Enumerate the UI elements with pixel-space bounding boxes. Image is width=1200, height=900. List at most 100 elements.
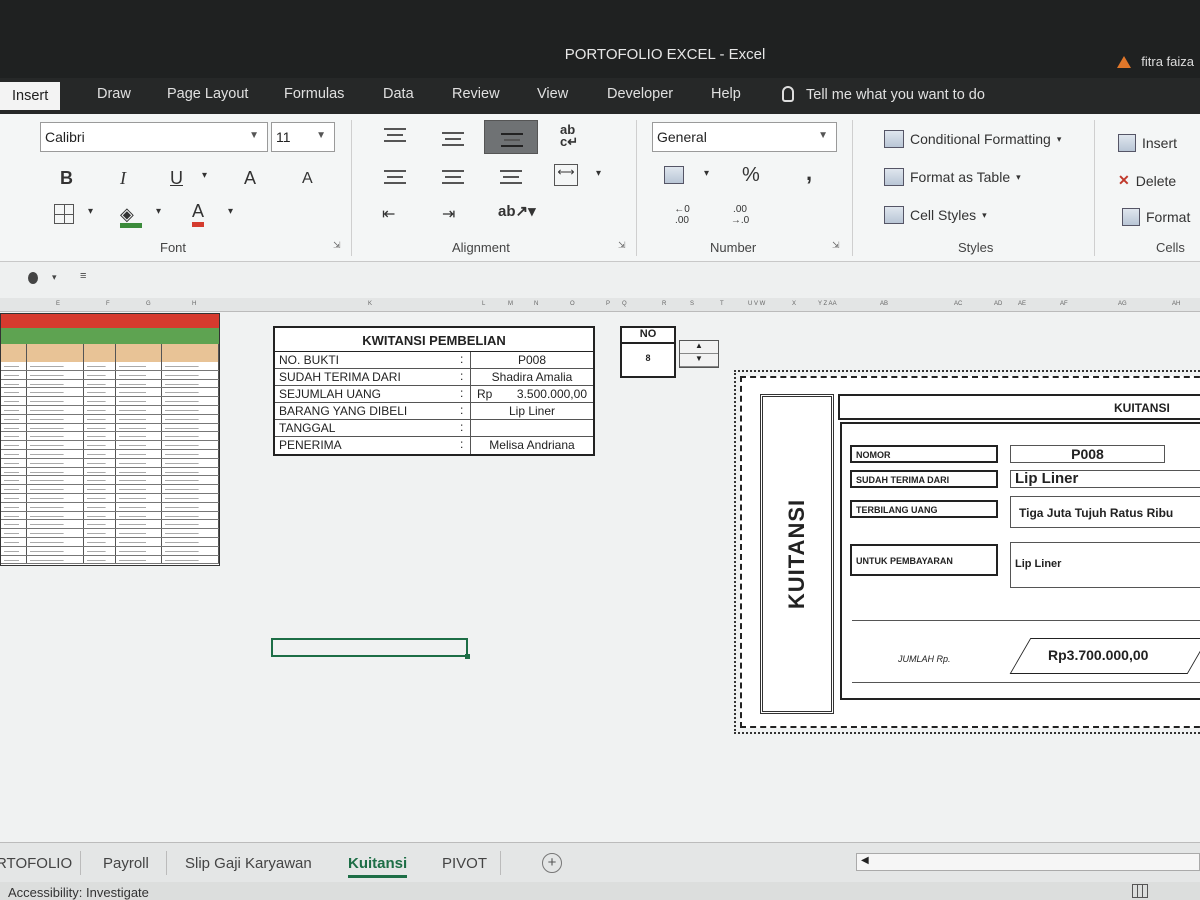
- align-right-icon[interactable]: [500, 170, 522, 184]
- bold-button[interactable]: B: [60, 168, 73, 189]
- comma-style-button[interactable]: ,: [806, 160, 812, 186]
- chevron-down-icon[interactable]: ▾: [202, 170, 207, 181]
- spin-button[interactable]: ▲ ▼: [679, 340, 719, 368]
- font-color-button[interactable]: A: [192, 200, 205, 227]
- increase-decimal-button[interactable]: ←0 .00: [668, 204, 696, 226]
- orientation-icon[interactable]: ab↗▾: [498, 202, 536, 220]
- tab-formulas[interactable]: Formulas: [284, 86, 344, 102]
- sheet-tab-kuitansi[interactable]: Kuitansi: [348, 855, 408, 878]
- chevron-down-icon[interactable]: ▾: [704, 168, 709, 179]
- align-center-icon[interactable]: [442, 170, 464, 184]
- fill-color-icon[interactable]: ◈: [120, 204, 142, 228]
- sheet-tab-portofolio[interactable]: RTOFOLIO: [0, 855, 72, 872]
- middle-align-icon[interactable]: [442, 132, 464, 146]
- form-value-no-bukti[interactable]: P008: [470, 352, 593, 368]
- dialog-launcher-icon[interactable]: ⇲: [832, 240, 840, 251]
- receipt-value-sudah-terima[interactable]: Lip Liner: [1010, 470, 1200, 488]
- tab-data[interactable]: Data: [383, 86, 414, 102]
- form-row-barang[interactable]: BARANG YANG DIBELI : Lip Liner: [275, 403, 593, 420]
- underline-button[interactable]: U: [170, 168, 183, 189]
- bottom-align-button[interactable]: [484, 120, 538, 154]
- dialog-launcher-icon[interactable]: ⇲: [333, 240, 341, 251]
- decrease-indent-icon[interactable]: ⇤: [382, 204, 395, 224]
- form-row-sejumlah-uang[interactable]: SEJUMLAH UANG : Rp 3.500.000,00: [275, 386, 593, 403]
- worksheet-grid[interactable]: KWITANSI PEMBELIAN NO. BUKTI : P008 SUDA…: [0, 312, 1200, 842]
- scroll-left-icon[interactable]: ◀: [861, 855, 869, 866]
- italic-button[interactable]: I: [120, 168, 126, 189]
- tab-insert[interactable]: Insert: [0, 82, 61, 110]
- number-format-select[interactable]: General ▼: [652, 122, 837, 152]
- form-colon: :: [460, 403, 464, 417]
- sheet-tab-slip-gaji[interactable]: Slip Gaji Karyawan: [185, 855, 312, 872]
- merge-center-icon[interactable]: ⟷: [554, 164, 578, 186]
- chevron-down-icon[interactable]: ▾: [228, 206, 233, 217]
- form-value-sejumlah-uang[interactable]: Rp 3.500.000,00: [470, 386, 593, 402]
- user-area[interactable]: fitra faiza: [1117, 54, 1194, 69]
- align-left-icon[interactable]: [384, 170, 406, 184]
- form-value-penerima[interactable]: Melisa Andriana: [470, 437, 593, 454]
- grow-font-button[interactable]: A: [244, 168, 256, 189]
- tab-draw[interactable]: Draw: [97, 86, 131, 102]
- tab-page-layout[interactable]: Page Layout: [167, 86, 248, 102]
- tell-me-search[interactable]: Tell me what you want to do: [782, 86, 985, 103]
- user-name[interactable]: fitra faiza: [1141, 54, 1194, 69]
- form-row-sudah-terima[interactable]: SUDAH TERIMA DARI : Shadira Amalia: [275, 369, 593, 386]
- tab-view[interactable]: View: [537, 86, 568, 102]
- format-cells-button[interactable]: Format: [1122, 208, 1190, 226]
- form-row-penerima[interactable]: PENERIMA : Melisa Andriana: [275, 437, 593, 454]
- form-row-tanggal[interactable]: TANGGAL :: [275, 420, 593, 437]
- form-value-tanggal[interactable]: [470, 420, 593, 436]
- chevron-down-icon[interactable]: ▾: [88, 206, 93, 217]
- tab-review[interactable]: Review: [452, 86, 500, 102]
- decrease-decimal-button[interactable]: .00 →.0: [726, 204, 754, 226]
- dialog-launcher-icon[interactable]: ⇲: [618, 240, 626, 251]
- table-row: [1, 520, 219, 530]
- borders-icon[interactable]: [54, 204, 74, 224]
- delete-cells-label: Delete: [1135, 172, 1177, 189]
- font-name-select[interactable]: Calibri ▼: [40, 122, 268, 152]
- font-group-label: Font: [160, 240, 187, 255]
- shrink-font-button[interactable]: A: [302, 170, 313, 188]
- add-sheet-icon[interactable]: +: [542, 853, 562, 873]
- chevron-down-icon[interactable]: ▾: [52, 272, 57, 283]
- percent-button[interactable]: %: [742, 164, 760, 187]
- delete-icon: ✕: [1118, 172, 1130, 188]
- spin-down-icon[interactable]: ▼: [680, 354, 718, 367]
- increase-indent-icon[interactable]: ⇥: [442, 204, 455, 224]
- receipt-value-untuk[interactable]: Lip Liner: [1010, 542, 1200, 588]
- chevron-down-icon[interactable]: ▾: [156, 206, 161, 217]
- spin-up-icon[interactable]: ▲: [680, 341, 718, 354]
- form-value-sudah-terima[interactable]: Shadira Amalia: [470, 369, 593, 385]
- form-row-no-bukti[interactable]: NO. BUKTI : P008: [275, 352, 593, 369]
- table-subtitle-row: [1, 328, 219, 344]
- accessibility-status[interactable]: Accessibility: Investigate: [8, 885, 149, 900]
- no-value[interactable]: 8: [622, 344, 674, 363]
- cell-styles-button[interactable]: Cell Styles ▾: [884, 206, 987, 224]
- sheet-tab-pivot[interactable]: PIVOT: [442, 855, 487, 872]
- table-row: [1, 388, 219, 398]
- conditional-formatting-button[interactable]: Conditional Formatting ▾: [884, 130, 1061, 148]
- font-size-select[interactable]: 11 ▼: [271, 122, 335, 152]
- insert-cells-button[interactable]: Insert: [1118, 134, 1177, 152]
- warning-icon[interactable]: [1117, 55, 1132, 68]
- accounting-format-icon[interactable]: [664, 166, 684, 184]
- receipt-value-terbilang[interactable]: Tiga Juta Tujuh Ratus Ribu: [1010, 496, 1200, 528]
- normal-view-icon[interactable]: [1132, 884, 1148, 898]
- delete-cells-button[interactable]: ✕ Delete: [1118, 172, 1176, 189]
- wrap-text-label: ab: [560, 122, 576, 137]
- tab-developer[interactable]: Developer: [607, 86, 673, 102]
- tab-help[interactable]: Help: [711, 86, 741, 102]
- top-align-icon[interactable]: [384, 128, 406, 142]
- chevron-down-icon[interactable]: ▾: [596, 168, 601, 179]
- touch-mode-icon[interactable]: [28, 272, 38, 284]
- sheet-tab-payroll[interactable]: Payroll: [103, 855, 149, 872]
- receipt-total-value[interactable]: Rp3.700.000,00: [1048, 647, 1148, 663]
- customize-toolbar-icon[interactable]: ≡: [80, 270, 86, 282]
- selected-cell[interactable]: [271, 638, 470, 659]
- font-size-value: 11: [276, 129, 291, 145]
- format-as-table-button[interactable]: Format as Table ▾: [884, 168, 1021, 186]
- wrap-text-button[interactable]: ab c↵: [560, 122, 578, 148]
- receipt-value-nomor[interactable]: P008: [1010, 445, 1165, 463]
- form-value-barang[interactable]: Lip Liner: [470, 403, 593, 419]
- horizontal-scrollbar[interactable]: ◀: [856, 853, 1200, 871]
